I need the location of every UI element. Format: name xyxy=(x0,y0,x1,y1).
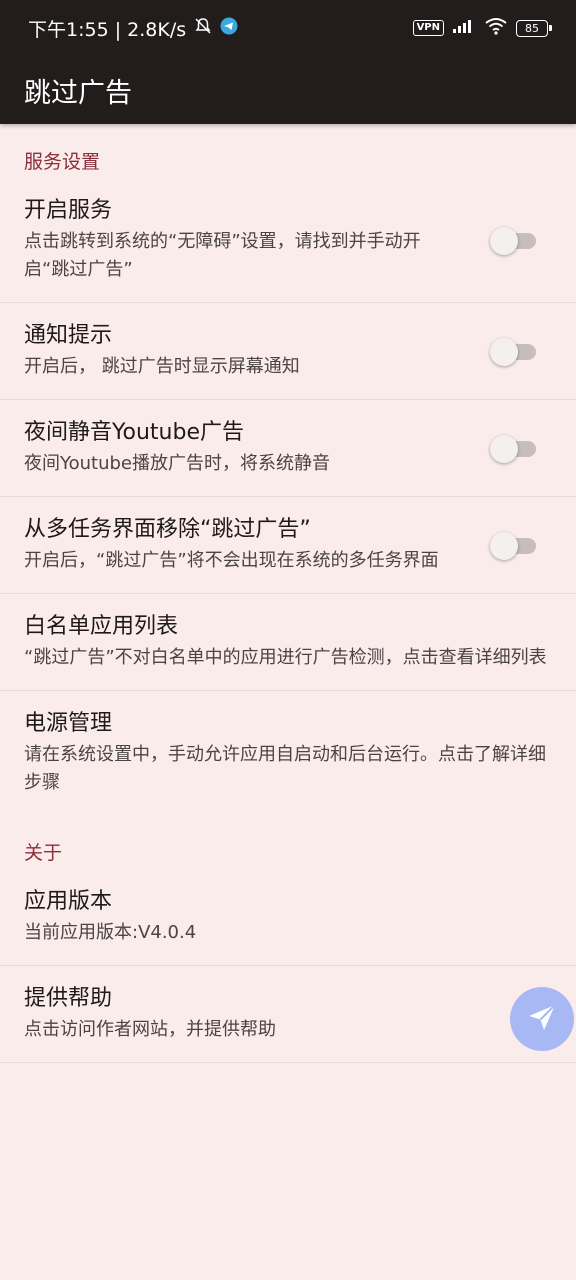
pref-title: 电源管理 xyxy=(24,711,113,736)
section-header-service: 服务设置 xyxy=(24,151,101,173)
pref-title: 通知提示 xyxy=(24,323,113,348)
pref-night-mute-youtube[interactable]: 夜间静音Youtube广告 夜间Youtube播放广告时，将系统静音 xyxy=(0,400,576,497)
status-bar: 下午1:55 | 2.8K/s VPN 85 xyxy=(0,0,576,56)
wifi-icon xyxy=(484,17,508,40)
battery-level: 85 xyxy=(525,21,539,35)
battery-icon: 85 xyxy=(516,19,552,37)
section-header-about: 关于 xyxy=(24,842,63,864)
pref-summary: 夜间Youtube播放广告时，将系统静音 xyxy=(24,453,330,474)
telegram-icon xyxy=(220,17,238,40)
app-bar: 跳过广告 xyxy=(0,56,576,124)
pref-summary: 请在系统设置中，手动允许应用自启动和后台运行。点击了解详细步骤 xyxy=(24,744,546,793)
status-time-speed: 下午1:55 | 2.8K/s xyxy=(28,18,187,41)
page-title: 跳过广告 xyxy=(24,77,132,109)
send-fab[interactable] xyxy=(510,987,574,1051)
pref-summary: 点击跳转到系统的“无障碍”设置，请找到并手动开启“跳过广告” xyxy=(24,231,421,280)
pref-summary: 当前应用版本:V4.0.4 xyxy=(24,922,197,943)
pref-title: 提供帮助 xyxy=(24,986,113,1011)
pref-summary: 开启后，“跳过广告”将不会出现在系统的多任务界面 xyxy=(24,550,439,571)
notification-switch[interactable] xyxy=(490,338,536,366)
pref-hide-recents[interactable]: 从多任务界面移除“跳过广告” 开启后，“跳过广告”将不会出现在系统的多任务界面 xyxy=(0,497,576,594)
settings-list: 服务设置 开启服务 点击跳转到系统的“无障碍”设置，请找到并手动开启“跳过广告”… xyxy=(0,124,576,1063)
pref-title: 应用版本 xyxy=(24,889,113,914)
pref-title: 从多任务界面移除“跳过广告” xyxy=(24,517,311,542)
mute-icon xyxy=(194,17,212,40)
pref-whitelist[interactable]: 白名单应用列表 “跳过广告”不对白名单中的应用进行广告检测，点击查看详细列表 xyxy=(0,594,576,691)
vpn-badge: VPN xyxy=(412,20,444,36)
pref-app-version[interactable]: 应用版本 当前应用版本:V4.0.4 xyxy=(0,869,576,966)
pref-notification[interactable]: 通知提示 开启后， 跳过广告时显示屏幕通知 xyxy=(0,303,576,400)
pref-summary: 开启后， 跳过广告时显示屏幕通知 xyxy=(24,356,300,377)
pref-summary: 点击访问作者网站，并提供帮助 xyxy=(24,1019,276,1040)
pref-title: 夜间静音Youtube广告 xyxy=(24,420,244,445)
hide-recents-switch[interactable] xyxy=(490,532,536,560)
night-mute-switch[interactable] xyxy=(490,435,536,463)
pref-enable-service[interactable]: 开启服务 点击跳转到系统的“无障碍”设置，请找到并手动开启“跳过广告” xyxy=(0,178,576,303)
pref-power-management[interactable]: 电源管理 请在系统设置中，手动允许应用自启动和后台运行。点击了解详细步骤 xyxy=(0,691,576,815)
pref-title: 开启服务 xyxy=(24,198,113,223)
pref-summary: “跳过广告”不对白名单中的应用进行广告检测，点击查看详细列表 xyxy=(24,647,547,668)
send-icon xyxy=(525,1000,559,1038)
pref-help[interactable]: 提供帮助 点击访问作者网站，并提供帮助 xyxy=(0,966,576,1063)
enable-service-switch[interactable] xyxy=(490,227,536,255)
signal-icon xyxy=(452,17,476,39)
pref-title: 白名单应用列表 xyxy=(24,614,179,639)
